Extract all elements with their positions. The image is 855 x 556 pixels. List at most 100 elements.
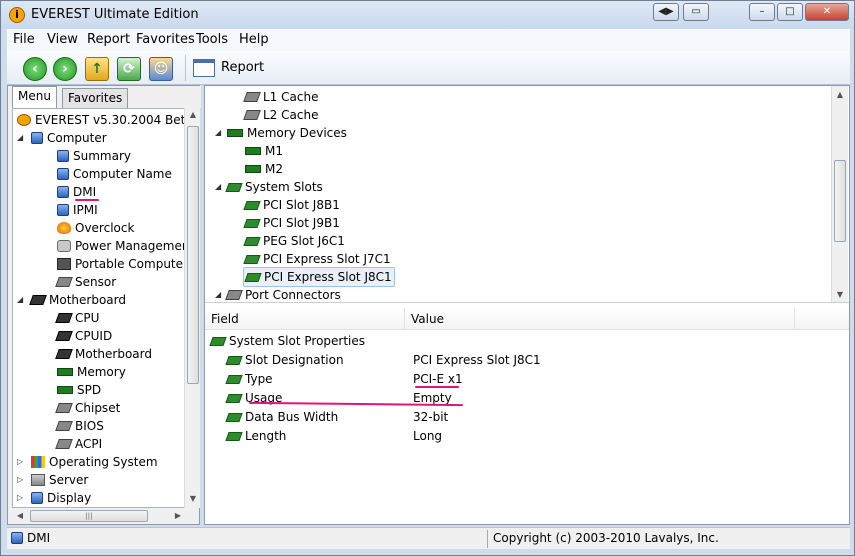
tree-item-cpuid[interactable]: CPUID <box>55 327 113 345</box>
tree-root[interactable]: EVEREST v5.30.2004 Beta <box>17 111 187 129</box>
slot-icon <box>243 255 261 264</box>
tree-item-chipset[interactable]: Chipset <box>55 399 120 417</box>
windows-icon <box>31 456 45 468</box>
motherboard-icon <box>29 295 47 305</box>
tree-item-slot-selected[interactable]: PCI Express Slot J8C1 <box>243 267 395 287</box>
tree-item-summary[interactable]: Summary <box>57 147 131 165</box>
scroll-left-icon[interactable]: ◀ <box>12 511 28 520</box>
tree-item-overclock[interactable]: Overclock <box>57 219 134 237</box>
tree-item-motherboard[interactable]: Motherboard <box>29 291 126 309</box>
scroll-up-icon[interactable]: ▲ <box>832 90 848 99</box>
tree-item-slot[interactable]: PCI Slot J9B1 <box>243 214 340 232</box>
tree-item-memory-devices[interactable]: Memory Devices <box>227 124 347 142</box>
tree-item-slot[interactable]: PCI Express Slot J7C1 <box>243 250 391 268</box>
minimize-button[interactable]: – <box>749 3 775 21</box>
collapse-icon[interactable]: ◢ <box>215 290 221 299</box>
tree-item-motherboard-sub[interactable]: Motherboard <box>55 345 152 363</box>
left-tabs: Menu Favorites <box>8 86 201 108</box>
expand-icon[interactable]: ▷ <box>17 493 23 502</box>
tree-item-server[interactable]: Server <box>31 471 88 489</box>
tree-item-portable-computer[interactable]: Portable Computer <box>57 255 187 273</box>
tree-item-acpi[interactable]: ACPI <box>55 435 102 453</box>
menu-file[interactable]: File <box>13 32 35 47</box>
tree-item-memory[interactable]: Memory <box>57 363 126 381</box>
value-cell: Long <box>413 429 443 443</box>
refresh-icon[interactable]: ⟳ <box>117 57 141 81</box>
menu-favorites[interactable]: Favorites <box>136 32 195 47</box>
value-cell: 32-bit <box>413 410 449 424</box>
restore-tray-icon[interactable]: ▭ <box>683 3 709 21</box>
scroll-down-icon[interactable]: ▼ <box>832 290 848 299</box>
field-cell: Slot Designation <box>245 353 344 367</box>
tree-item-l2-cache[interactable]: L2 Cache <box>243 106 318 124</box>
tree-item-slot[interactable]: PCI Slot J8B1 <box>243 196 340 214</box>
collapse-icon[interactable]: ◢ <box>17 295 23 304</box>
tree-item-label: Motherboard <box>75 347 152 361</box>
tree-item-label: CPUID <box>75 329 113 343</box>
display-icon <box>31 492 43 504</box>
tree-item-power-management[interactable]: Power Management <box>57 237 187 255</box>
collapse-icon[interactable]: ◢ <box>215 182 221 191</box>
report-button[interactable]: Report <box>193 57 273 81</box>
users-icon[interactable]: ☺ <box>149 57 173 81</box>
device-tree-scrollbar[interactable]: ▲ ▼ <box>831 86 848 302</box>
collapse-icon[interactable]: ◢ <box>17 133 23 142</box>
bios-icon <box>55 421 73 431</box>
table-row[interactable]: Type <box>225 370 273 389</box>
scroll-thumb[interactable] <box>834 160 846 242</box>
column-header-value[interactable]: Value <box>405 308 795 330</box>
tree-horizontal-scrollbar[interactable]: ◀ ||| ▶ <box>12 508 188 524</box>
expand-icon[interactable]: ▷ <box>17 457 23 466</box>
tree-item-operating-system[interactable]: Operating System <box>31 453 158 471</box>
tree-item-label: Operating System <box>49 455 158 469</box>
tree-item-label: Display <box>47 491 92 505</box>
forward-icon[interactable]: › <box>53 57 77 81</box>
tree-item-cpu[interactable]: CPU <box>55 309 99 327</box>
tree-item-label: BIOS <box>75 419 104 433</box>
scroll-down-icon[interactable]: ▼ <box>185 494 201 503</box>
back-icon[interactable]: ‹ <box>23 57 47 81</box>
type-annotation-underline <box>415 386 459 388</box>
scroll-thumb[interactable]: ||| <box>30 510 148 522</box>
tree-item-display[interactable]: Display <box>31 489 91 507</box>
tree-item-spd[interactable]: SPD <box>57 381 101 399</box>
tree-item-system-slots[interactable]: System Slots <box>225 178 323 196</box>
tree-item-computer-name[interactable]: Computer Name <box>57 165 172 183</box>
maximize-button[interactable]: □ <box>777 3 803 21</box>
tree-item-label: L1 Cache <box>263 90 319 104</box>
column-header-field[interactable]: Field <box>205 308 405 330</box>
close-button[interactable]: ✕ <box>805 3 849 21</box>
table-row[interactable]: Data Bus Width <box>225 408 338 427</box>
tree-item-label: Overclock <box>75 221 135 235</box>
collapse-icon[interactable]: ◢ <box>215 128 221 137</box>
table-row[interactable]: Slot Designation <box>225 351 344 370</box>
table-row[interactable]: Usage <box>225 389 282 408</box>
tree-item-ipmi[interactable]: IPMI <box>57 201 98 219</box>
title-bar: i EVEREST Ultimate Edition ◀▶ ▭ – □ ✕ <box>1 1 854 29</box>
tree-item-sensor[interactable]: Sensor <box>55 273 116 291</box>
up-folder-icon[interactable]: ↑ <box>85 57 109 81</box>
tab-menu[interactable]: Menu <box>12 86 57 108</box>
menu-view[interactable]: View <box>47 32 78 47</box>
tree-item-slot[interactable]: PEG Slot J6C1 <box>243 232 345 250</box>
menu-help[interactable]: Help <box>239 32 269 47</box>
status-copyright: Copyright (c) 2003-2010 Lavalys, Inc. <box>493 531 719 545</box>
table-row[interactable]: Length <box>225 427 286 446</box>
tab-favorites[interactable]: Favorites <box>62 88 129 108</box>
tree-vertical-scrollbar[interactable]: ▲ ▼ <box>184 108 200 508</box>
back-nav-icon[interactable]: ◀▶ <box>653 3 679 21</box>
memory-icon <box>57 368 73 376</box>
tree-item-port-connectors[interactable]: Port Connectors <box>225 286 341 302</box>
tree-item-m1[interactable]: M1 <box>245 142 283 160</box>
scroll-thumb[interactable] <box>187 126 199 384</box>
tree-item-l1-cache[interactable]: L1 Cache <box>243 88 319 106</box>
scroll-up-icon[interactable]: ▲ <box>185 110 201 119</box>
tree-item-computer[interactable]: Computer <box>31 129 107 147</box>
menu-report[interactable]: Report <box>87 32 130 47</box>
expand-icon[interactable]: ▷ <box>17 475 23 484</box>
tree-item-bios[interactable]: BIOS <box>55 417 104 435</box>
tree-item-m2[interactable]: M2 <box>245 160 283 178</box>
scroll-right-icon[interactable]: ▶ <box>170 511 186 520</box>
menu-tools[interactable]: Tools <box>196 32 228 47</box>
chipset-icon <box>55 403 73 413</box>
